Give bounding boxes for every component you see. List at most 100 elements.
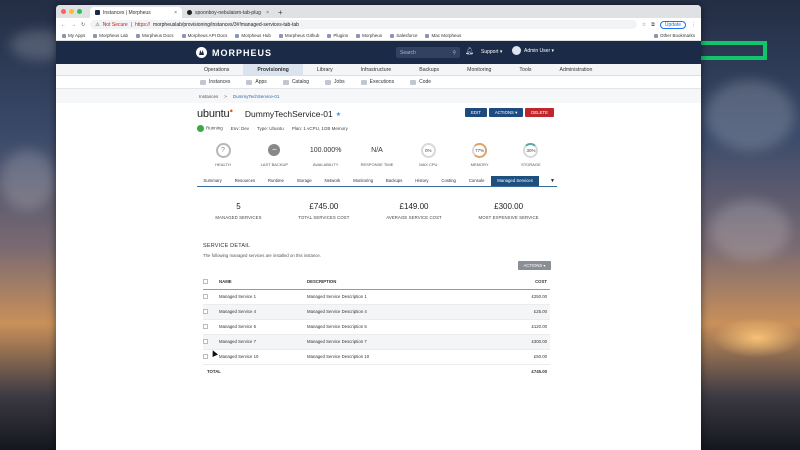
bookmark-item[interactable]: Morpheus Hub xyxy=(235,33,271,38)
bell-icon[interactable]: 🔔︎ xyxy=(465,47,474,55)
window-controls[interactable] xyxy=(61,9,82,14)
service-actions-button[interactable]: ACTIONS ▾ xyxy=(518,261,551,270)
tab-costing[interactable]: Costing xyxy=(435,176,462,186)
bookmark-item[interactable]: Morpheus Docs xyxy=(136,33,174,38)
app-header: MORPHEUS Search ⚲ 🔔︎ Support ▾ Admin Use… xyxy=(56,41,701,64)
nav-infrastructure[interactable]: Infrastructure xyxy=(347,64,406,75)
warning-icon: ⚠ xyxy=(95,21,100,28)
star-bookmark-icon[interactable]: ☆ xyxy=(642,22,646,28)
column-header-cost[interactable]: COST xyxy=(494,275,550,290)
secondary-nav: Instances Apps Catalog Jobs Executions C… xyxy=(56,76,701,89)
ubuntu-logo: ubuntu● xyxy=(197,108,233,120)
table-row[interactable]: Managed Service 10 Managed Service Descr… xyxy=(203,349,550,365)
tab-storage[interactable]: Storage xyxy=(290,176,318,186)
menu-icon[interactable]: ⋮ xyxy=(691,22,696,28)
nav-library[interactable]: Library xyxy=(303,64,347,75)
bookmark-item[interactable]: Morpheus xyxy=(356,33,382,38)
bookmark-item[interactable]: Mac Morpheus xyxy=(425,33,461,38)
update-button[interactable]: Update xyxy=(659,20,686,29)
search-input[interactable]: Search ⚲ xyxy=(396,47,460,58)
primary-nav: Operations Provisioning Library Infrastr… xyxy=(56,64,701,76)
search-icon: ⚲ xyxy=(452,49,456,56)
type-label: Type: Ubuntu xyxy=(257,126,284,131)
minus-circle-icon: − xyxy=(268,144,281,156)
bookmark-item[interactable]: Morpheus API Docs xyxy=(181,33,227,38)
actions-button[interactable]: ACTIONS ▾ xyxy=(488,108,524,117)
subnav-apps[interactable]: Apps xyxy=(246,79,267,85)
tab-network[interactable]: Network xyxy=(318,176,347,186)
reload-icon[interactable]: ↻ xyxy=(81,22,85,28)
nav-monitoring[interactable]: Monitoring xyxy=(453,64,505,75)
row-checkbox[interactable] xyxy=(203,353,208,359)
tab-monitoring[interactable]: Monitoring xyxy=(347,176,380,186)
breadcrumb: Instances > DummyTechService-01 xyxy=(56,89,701,103)
instance-meta: Running Env: Dev Type: Ubuntu Plan: 1 vC… xyxy=(197,124,557,133)
extensions-icon[interactable]: ⧉ xyxy=(651,22,655,28)
nav-tools[interactable]: Tools xyxy=(505,64,545,75)
breadcrumb-separator: > xyxy=(224,93,227,99)
table-row[interactable]: Managed Service 5 Managed Service Descri… xyxy=(203,319,550,335)
tab-managed-services[interactable]: Managed Services xyxy=(490,176,540,186)
bookmark-item[interactable]: Salesforce xyxy=(390,33,417,38)
subnav-code[interactable]: Code xyxy=(410,79,431,85)
browser-tab-github[interactable]: spoonboy-nebulaism-tab-plug × xyxy=(182,7,274,18)
bookmark-item[interactable]: My Apps xyxy=(62,33,85,38)
select-all-checkbox[interactable] xyxy=(203,278,208,284)
nav-administration[interactable]: Administration xyxy=(545,64,606,75)
nav-backups[interactable]: Backups xyxy=(405,64,453,75)
url-input[interactable]: ⚠ Not Secure | https://morpheuslab/provi… xyxy=(90,20,637,29)
subnav-instances[interactable]: Instances xyxy=(200,79,230,85)
nav-provisioning[interactable]: Provisioning xyxy=(243,64,303,75)
instance-tabs: Summary Resources Runtime Storage Networ… xyxy=(197,176,557,187)
browser-tab-morpheus[interactable]: Instances | Morpheus × xyxy=(90,7,182,18)
jobs-icon xyxy=(325,79,332,85)
new-tab-button[interactable]: + xyxy=(274,7,287,18)
tab-console[interactable]: Console xyxy=(462,176,491,186)
bookmark-item[interactable]: Morpheus Lab xyxy=(93,33,128,38)
instances-icon xyxy=(200,79,206,85)
power-icon xyxy=(197,125,204,132)
highlight-box xyxy=(695,41,767,60)
column-header-description[interactable]: DESCRIPTION xyxy=(307,275,495,290)
tab-resources[interactable]: Resources xyxy=(228,176,261,186)
delete-button[interactable]: DELETE xyxy=(525,108,554,117)
row-checkbox[interactable] xyxy=(203,293,208,299)
tab-runtime[interactable]: Runtime xyxy=(262,176,291,186)
stats-row: ? HEALTH − LAST BACKUP 100.000% AVAILABI… xyxy=(197,141,557,167)
edit-button[interactable]: EDIT xyxy=(465,108,487,117)
page-title: DummyTechService-01 xyxy=(244,109,333,119)
tab-history[interactable]: History xyxy=(409,176,435,186)
user-menu[interactable]: Admin User ▾ xyxy=(512,46,554,55)
row-checkbox[interactable] xyxy=(203,308,208,314)
subnav-executions[interactable]: Executions xyxy=(360,79,394,85)
address-bar: ← → ↻ ⚠ Not Secure | https://morpheuslab… xyxy=(56,18,701,31)
tab-backups[interactable]: Backups xyxy=(380,176,409,186)
table-total-row: TOTAL £745.00 xyxy=(207,369,547,375)
favorite-star-icon[interactable]: ★ xyxy=(336,111,341,118)
bookmarks-bar: My Apps Morpheus Lab Morpheus Docs Morph… xyxy=(56,31,701,41)
nav-operations[interactable]: Operations xyxy=(190,64,243,75)
other-bookmarks[interactable]: Other Bookmarks xyxy=(653,33,695,38)
tab-summary[interactable]: Summary xyxy=(197,176,228,186)
forward-icon[interactable]: → xyxy=(71,22,76,28)
stat-availability: 100.000% AVAILABILITY xyxy=(309,146,342,168)
bookmark-item[interactable]: Plugins xyxy=(327,33,348,38)
breadcrumb-instances[interactable]: Instances xyxy=(199,94,218,99)
bookmark-item[interactable]: Morpheus Github xyxy=(278,33,319,38)
summary-total-cost: £745.00 TOTAL SERVICES COST xyxy=(298,202,350,220)
row-checkbox[interactable] xyxy=(203,338,208,344)
table-row[interactable]: Managed Service 1 Managed Service Descri… xyxy=(203,289,550,305)
subnav-jobs[interactable]: Jobs xyxy=(325,79,345,85)
status-badge: Running xyxy=(197,125,223,132)
table-row[interactable]: Managed Service 4 Managed Service Descri… xyxy=(203,304,550,320)
support-menu[interactable]: Support ▾ xyxy=(481,49,502,55)
table-row[interactable]: Managed Service 7 Managed Service Descri… xyxy=(203,334,550,350)
column-header-name[interactable]: NAME xyxy=(219,275,307,290)
back-icon[interactable]: ← xyxy=(61,22,66,28)
tabs-more-icon[interactable]: ▼ xyxy=(544,176,557,186)
subnav-catalog[interactable]: Catalog xyxy=(282,79,309,85)
morpheus-logo[interactable]: MORPHEUS xyxy=(196,47,272,58)
apps-icon xyxy=(246,79,253,85)
stat-health: ? HEALTH xyxy=(199,141,247,167)
row-checkbox[interactable] xyxy=(203,323,208,329)
